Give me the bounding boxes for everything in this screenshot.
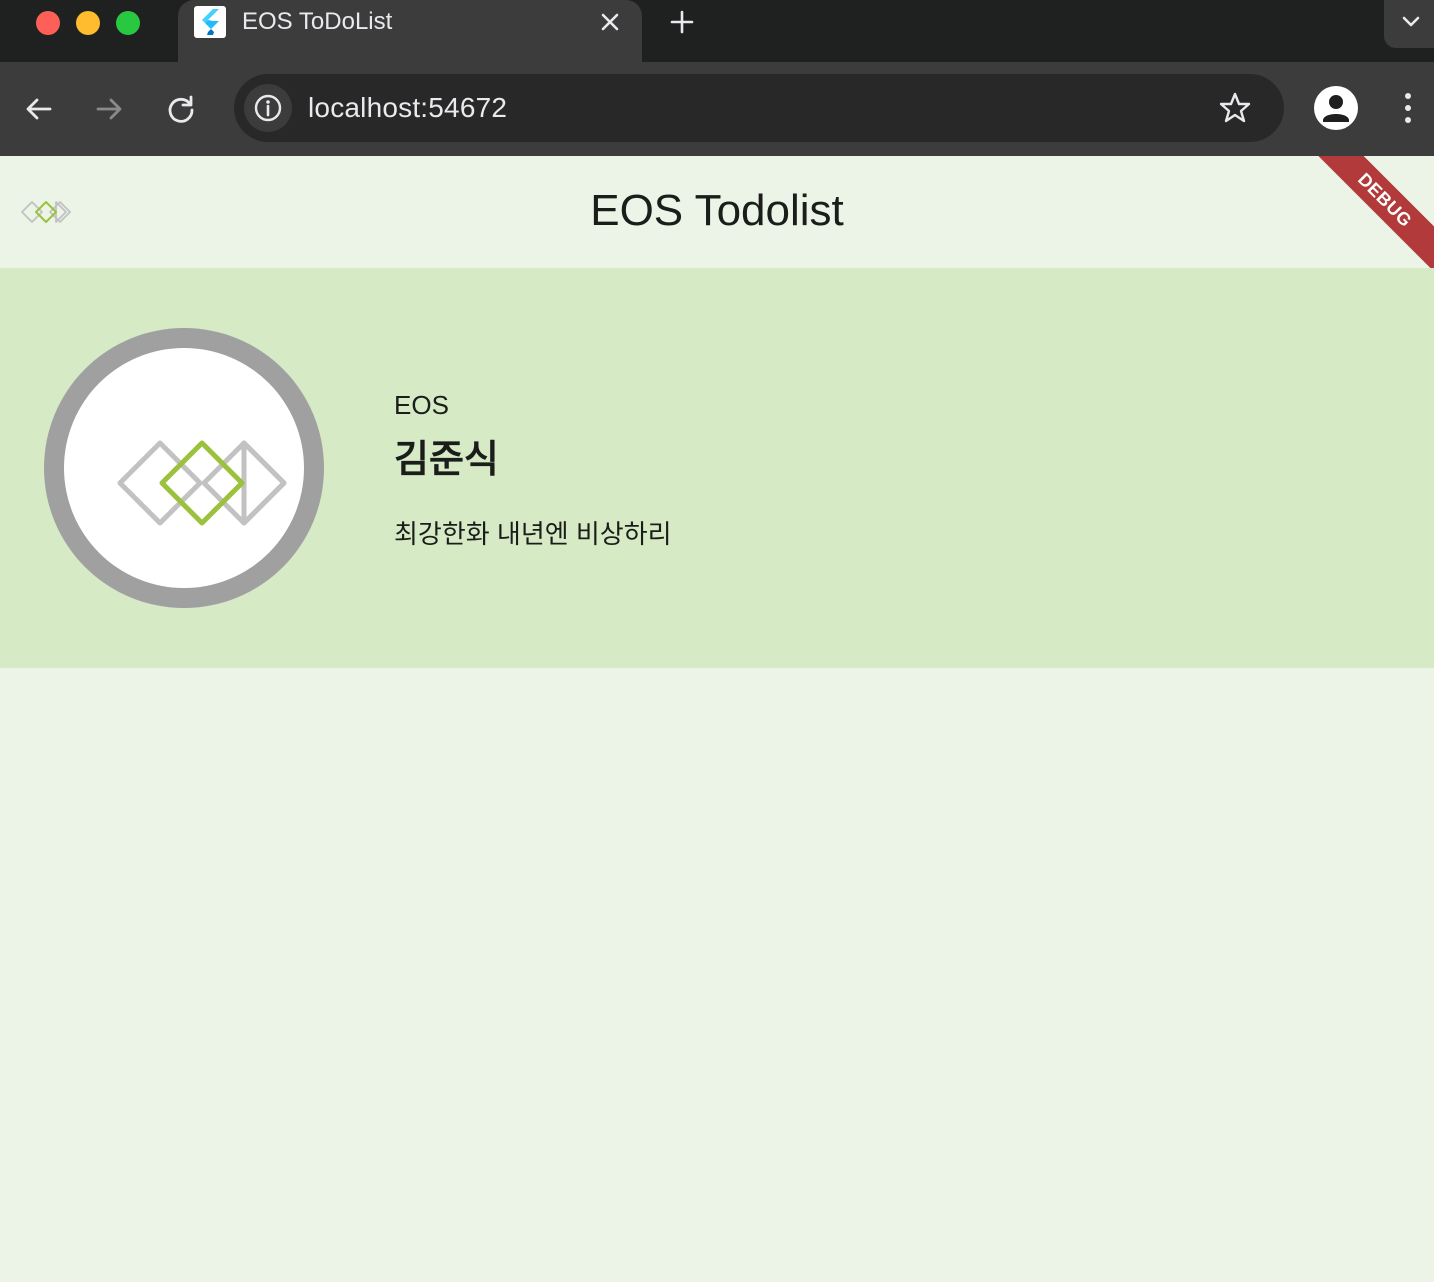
eos-logo-icon [116,438,292,528]
info-icon[interactable] [244,84,292,132]
flutter-icon [194,6,226,38]
browser-toolbar: localhost:54672 [0,62,1434,156]
profile-card: EOS 김준식 최강한화 내년엔 비상하리 [0,268,1434,668]
profile-organization: EOS [394,390,449,420]
address-bar[interactable]: localhost:54672 [234,74,1284,142]
arrow-right-icon[interactable] [92,92,126,126]
url-text[interactable]: localhost:54672 [308,92,507,124]
profile-name: 김준식 [394,439,499,481]
avatar [44,328,324,608]
app-bar: EOS Todolist [0,156,1434,268]
reload-icon[interactable] [164,92,198,126]
tab-search-button[interactable] [1384,0,1434,48]
browser-tab[interactable]: EOS ToDoList [178,0,642,62]
app-viewport: EOS Todolist DEBUG EOS 김준식 최강한화 내년엔 비상하리 [0,156,1434,1282]
avatar-inner [64,348,304,588]
maximize-window-button[interactable] [116,11,140,35]
tab-title: EOS ToDoList [242,8,393,35]
more-vert-icon[interactable] [1394,88,1422,128]
profile-motto: 최강한화 내년엔 비상하리 [394,519,672,549]
star-icon[interactable] [1218,91,1252,125]
chevron-down-icon [1384,16,1434,52]
page-title: EOS Todolist [590,186,844,235]
plus-icon[interactable] [666,6,698,38]
person-icon [1314,95,1358,130]
close-icon[interactable] [596,8,624,36]
browser-tab-strip: EOS ToDoList [0,0,1434,62]
arrow-left-icon[interactable] [22,92,56,126]
profile-button[interactable] [1314,86,1358,130]
close-window-button[interactable] [36,11,60,35]
minimize-window-button[interactable] [76,11,100,35]
